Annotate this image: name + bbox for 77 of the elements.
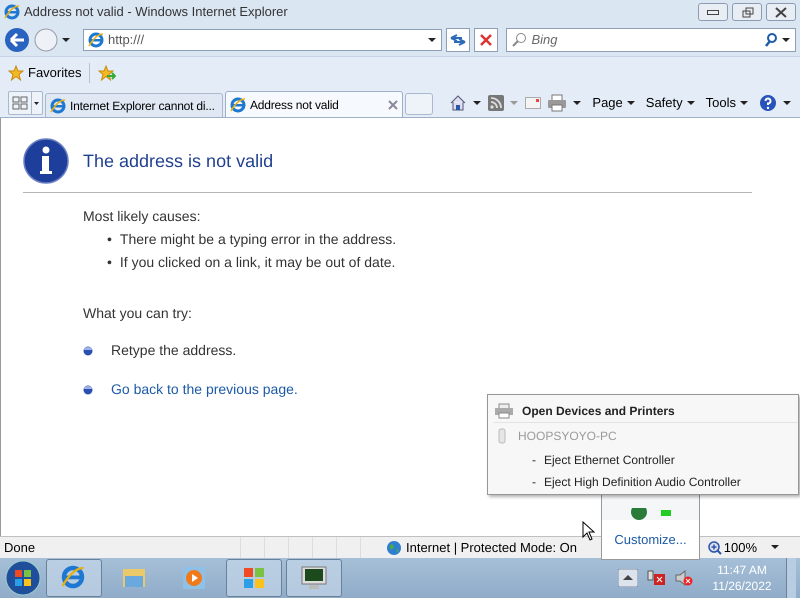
stop-icon[interactable]	[474, 28, 498, 52]
window-title: Address not valid - Windows Internet Explorer	[24, 3, 288, 22]
menu-button[interactable]: Tools	[706, 93, 749, 113]
network-icon[interactable]	[646, 569, 666, 587]
cause-text: There might be a typing error in the address.	[120, 230, 396, 249]
close-button[interactable]	[766, 3, 796, 21]
search-input[interactable]: Bing	[531, 30, 760, 50]
menu-item[interactable]: Eject High Definition Audio Controller	[544, 473, 741, 491]
status-text: Done	[3, 538, 36, 557]
dropdown-icon[interactable]	[782, 38, 791, 42]
show-hidden-icons-button[interactable]	[618, 569, 638, 587]
search-icon	[511, 32, 528, 48]
volume-muted-icon[interactable]	[674, 569, 694, 587]
bullet-icon	[83, 384, 93, 394]
zoom-button[interactable]: 100%	[708, 538, 757, 558]
ie-logo-icon	[230, 96, 246, 112]
dropdown-icon[interactable]	[771, 545, 780, 550]
link[interactable]: Go back to the previous page.	[111, 379, 298, 400]
close-icon[interactable]	[388, 100, 398, 110]
bullet: •	[107, 253, 112, 272]
bullet: •	[107, 230, 112, 249]
taskbar-button[interactable]	[286, 559, 342, 597]
dropdown-icon[interactable]	[62, 38, 71, 42]
computer-name: HOOPSYOYO-PC	[518, 428, 617, 445]
printer-icon	[494, 402, 514, 418]
printer-icon[interactable]	[547, 94, 568, 112]
refresh-icon[interactable]	[446, 28, 470, 52]
star-icon	[8, 64, 24, 80]
section-title: Most likely causes:	[83, 207, 202, 226]
cause-text: If you clicked on a link, it may be out of date.	[120, 253, 396, 272]
menu-item[interactable]: Eject Ethernet Controller	[544, 451, 675, 469]
dropdown-icon[interactable]	[428, 38, 438, 42]
page-heading: The address is not valid	[83, 150, 274, 172]
menu-button[interactable]: Page	[592, 93, 636, 113]
tab[interactable]: Address not valid	[225, 91, 403, 117]
info-icon	[23, 138, 69, 184]
dropdown-icon[interactable]	[31, 92, 42, 114]
caret-icon	[686, 100, 696, 106]
start-button[interactable]	[4, 559, 42, 597]
tray-icon[interactable]	[630, 508, 648, 520]
favorites-button[interactable]: Favorites	[8, 62, 82, 82]
bullet-icon	[83, 346, 93, 356]
globe-icon	[386, 540, 402, 556]
address-bar[interactable]: http:///	[83, 29, 442, 51]
usb-drive-icon	[498, 428, 506, 444]
page-icon	[88, 32, 104, 48]
tab[interactable]: Internet Explorer cannot di...	[45, 93, 223, 117]
home-icon[interactable]	[449, 94, 468, 112]
ie-logo-icon	[50, 98, 66, 114]
caret-icon	[740, 100, 749, 106]
zone-text: Internet | Protected Mode: On	[406, 538, 578, 557]
minimize-button[interactable]	[698, 3, 728, 21]
customize-link[interactable]: Customize...	[602, 530, 699, 550]
dash: -	[532, 474, 536, 491]
menu-item[interactable]: Open Devices and Printers	[522, 402, 675, 420]
section-title: What you can try:	[83, 304, 193, 323]
search-icon[interactable]	[764, 33, 778, 47]
zoom-icon	[708, 540, 722, 554]
help-icon[interactable]	[759, 94, 777, 112]
mail-icon[interactable]	[525, 97, 542, 109]
add-favorite-icon[interactable]	[98, 64, 116, 80]
minimize-icon	[707, 10, 719, 14]
feed-icon[interactable]	[488, 95, 504, 111]
menu-button[interactable]: Safety	[646, 93, 696, 113]
suggestion-text: Retype the address.	[111, 341, 236, 360]
ie-logo-icon	[4, 4, 20, 20]
clock-time: 11:47 AM	[717, 562, 767, 578]
mouse-cursor-icon	[582, 521, 595, 541]
back-button[interactable]	[4, 27, 30, 53]
dropdown-icon[interactable]	[783, 100, 792, 106]
restore-button[interactable]	[732, 3, 762, 21]
clock-date: 11/26/2022	[712, 578, 772, 594]
dash: -	[532, 452, 536, 469]
caret-icon	[626, 100, 636, 106]
search-field[interactable]: Bing	[506, 28, 796, 52]
dropdown-icon[interactable]	[473, 100, 482, 106]
dropdown-icon[interactable]	[573, 100, 582, 106]
